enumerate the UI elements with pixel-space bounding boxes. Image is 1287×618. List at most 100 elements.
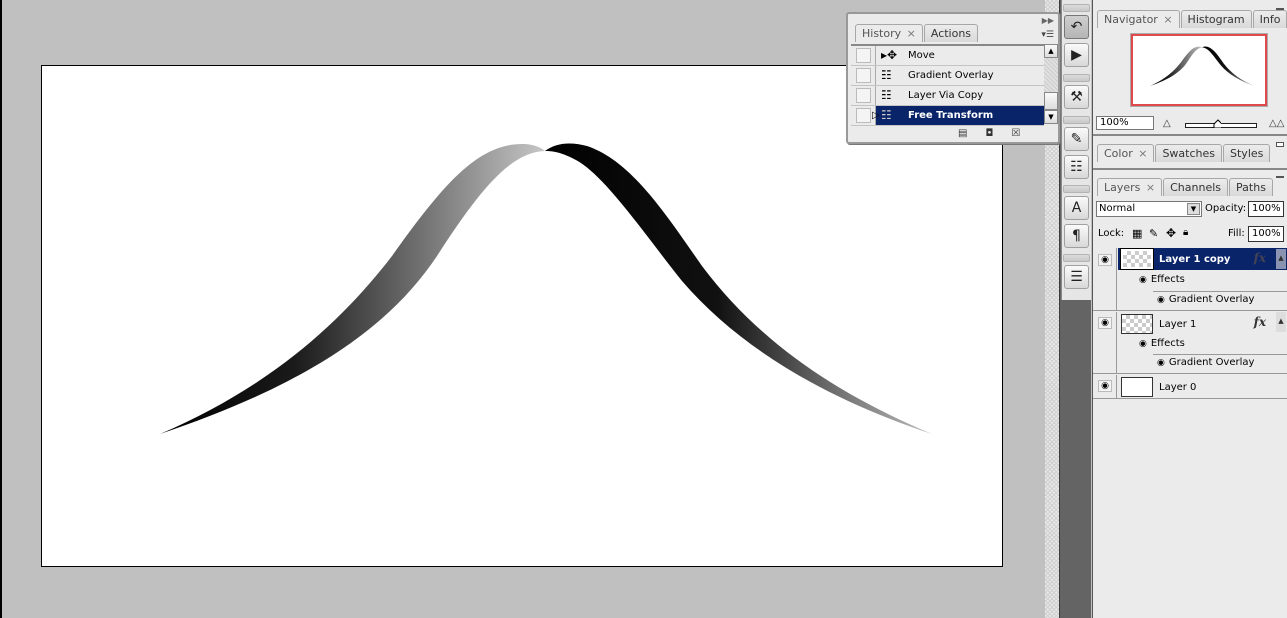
layer-name[interactable]: Layer 1 copy: [1159, 254, 1230, 265]
paragraph-icon[interactable]: ¶: [1064, 224, 1089, 248]
effects-row[interactable]: ◉ Effects: [1139, 274, 1185, 285]
left-curve-stroke[interactable]: [160, 144, 545, 434]
eye-icon[interactable]: ◉: [1157, 358, 1165, 368]
history-item[interactable]: ▸✥ Move: [851, 46, 1044, 66]
dock-grip[interactable]: [1063, 185, 1090, 193]
zoom-in-icon[interactable]: △△: [1269, 118, 1284, 129]
effect-label: Gradient Overlay: [1168, 294, 1255, 305]
scroll-thumb[interactable]: [1044, 92, 1058, 110]
restore-panel-icon[interactable]: [1276, 142, 1284, 147]
navigator-preview[interactable]: [1131, 34, 1267, 106]
layer-comps-icon[interactable]: ☰: [1064, 265, 1089, 289]
tab-channels[interactable]: Channels: [1163, 178, 1229, 196]
layer-name[interactable]: Layer 0: [1159, 382, 1196, 393]
zoom-out-icon[interactable]: △: [1163, 118, 1171, 129]
scroll-down-button[interactable]: ▼: [1044, 110, 1058, 124]
move-tool-icon: ▸✥: [881, 48, 898, 62]
collapse-effects-icon[interactable]: ▲: [1276, 312, 1286, 332]
navigator-thumbnail-art: [1149, 46, 1255, 87]
snapshot-source-checkbox[interactable]: [856, 48, 871, 63]
navigator-zoom-input[interactable]: 100%: [1096, 116, 1154, 130]
color-tabs: Color × Swatches Styles: [1093, 140, 1287, 162]
snapshot-source-checkbox[interactable]: [856, 68, 871, 83]
eye-icon[interactable]: ◉: [1098, 317, 1112, 329]
history-state-icon: ☷: [881, 88, 892, 102]
effects-row[interactable]: ◉ Effects: [1139, 338, 1185, 349]
tab-history[interactable]: History ×: [855, 24, 923, 42]
tab-actions[interactable]: Actions: [923, 24, 979, 42]
blend-mode-select[interactable]: Normal ▼: [1096, 201, 1202, 217]
collapse-effects-icon[interactable]: ▲: [1276, 249, 1286, 269]
fill-input[interactable]: 100%: [1248, 226, 1284, 242]
trash-icon[interactable]: ☒: [1011, 128, 1020, 139]
tab-color[interactable]: Color ×: [1097, 144, 1155, 162]
clone-source-icon[interactable]: ☷: [1064, 155, 1089, 179]
layer-row-layer-1-copy[interactable]: ◉ Layer 1 copy fx ▲ ◉ Effects ◉ Gradient O…: [1093, 248, 1287, 311]
tab-styles[interactable]: Styles: [1223, 144, 1271, 162]
fx-icon[interactable]: fx: [1254, 251, 1266, 265]
close-icon[interactable]: ×: [1163, 13, 1172, 26]
lock-transparent-pixels-icon[interactable]: ▦: [1132, 227, 1142, 240]
snapshot-icon[interactable]: ◘: [985, 128, 993, 139]
tab-info[interactable]: Info: [1252, 10, 1287, 28]
tab-swatches[interactable]: Swatches: [1155, 144, 1223, 162]
tab-label: History: [862, 27, 902, 40]
snapshot-source-checkbox[interactable]: [856, 88, 871, 103]
history-item[interactable]: ☷ Gradient Overlay: [851, 66, 1044, 86]
tab-navigator[interactable]: Navigator ×: [1097, 10, 1180, 28]
history-state-icon: ☷: [881, 108, 892, 122]
right-panel-column: Navigator × Histogram Info 100% △ △△ Col…: [1092, 0, 1287, 618]
dock-grip[interactable]: [1063, 4, 1090, 12]
dock-group-history: ↶ ▶: [1063, 4, 1090, 71]
character-icon[interactable]: A: [1064, 196, 1089, 220]
eye-icon[interactable]: ◉: [1139, 339, 1147, 349]
chevron-down-icon[interactable]: ▼: [1187, 203, 1200, 215]
opacity-input[interactable]: 100%: [1248, 201, 1284, 217]
effect-row[interactable]: ◉ Gradient Overlay: [1157, 294, 1254, 305]
effects-label: Effects: [1150, 338, 1185, 349]
tab-label: Paths: [1236, 181, 1266, 194]
history-icon[interactable]: ↶: [1064, 15, 1089, 39]
right-curve-stroke[interactable]: [545, 143, 932, 434]
eye-icon[interactable]: ◉: [1157, 295, 1165, 305]
scroll-up-button[interactable]: ▲: [1044, 44, 1058, 58]
panel-menu-icon[interactable]: ▾☰: [1041, 30, 1054, 40]
tools-icon[interactable]: ⚒: [1064, 85, 1089, 109]
layer-row-layer-1[interactable]: ◉ Layer 1 fx ▲ ◉ Effects ◉ Gradient Overla…: [1093, 312, 1287, 374]
slider-knob[interactable]: [1213, 119, 1221, 128]
lock-all-icon[interactable]: 🔒︎: [1183, 227, 1188, 238]
dock-grip[interactable]: [1063, 116, 1090, 124]
close-icon[interactable]: ×: [907, 27, 916, 40]
layer-row-layer-0[interactable]: ◉ Layer 0: [1093, 375, 1287, 399]
history-item-label: Layer Via Copy: [908, 90, 984, 101]
lock-position-icon[interactable]: ✥: [1166, 226, 1176, 240]
history-item-selected[interactable]: ▷ ☷ Free Transform: [851, 106, 1044, 126]
minimize-panel-icon[interactable]: [1276, 176, 1284, 178]
effect-row[interactable]: ◉ Gradient Overlay: [1157, 357, 1254, 368]
tab-paths[interactable]: Paths: [1229, 178, 1273, 196]
tab-label: Channels: [1170, 181, 1222, 194]
lock-image-pixels-icon[interactable]: ✎: [1149, 227, 1158, 240]
minimize-panel-icon[interactable]: [1276, 8, 1284, 10]
history-scrollbar[interactable]: ▲ ▼: [1044, 44, 1058, 124]
eye-icon[interactable]: ◉: [1139, 275, 1147, 285]
history-list: ▸✥ Move ☷ Gradient Overlay ☷ Layer Via C…: [851, 44, 1044, 126]
new-document-from-state-icon[interactable]: ▤: [958, 128, 967, 139]
eye-icon[interactable]: ◉: [1098, 254, 1112, 266]
dock-grip[interactable]: [1063, 254, 1090, 262]
actions-icon[interactable]: ▶: [1064, 43, 1089, 67]
navigator-zoom-slider[interactable]: [1185, 119, 1257, 128]
tab-layers[interactable]: Layers ×: [1097, 178, 1163, 196]
brushes-icon[interactable]: ✎: [1064, 127, 1089, 151]
snapshot-source-checkbox[interactable]: [856, 108, 871, 123]
eye-icon[interactable]: ◉: [1098, 380, 1112, 392]
tab-label: Navigator: [1104, 13, 1158, 26]
fx-icon[interactable]: fx: [1254, 315, 1266, 329]
close-icon[interactable]: ×: [1138, 147, 1147, 160]
history-item[interactable]: ☷ Layer Via Copy: [851, 86, 1044, 106]
tab-histogram[interactable]: Histogram: [1180, 10, 1252, 28]
layer-name[interactable]: Layer 1: [1159, 319, 1196, 330]
close-icon[interactable]: ×: [1146, 181, 1155, 194]
dock-grip[interactable]: [1063, 74, 1090, 82]
tab-label: Color: [1104, 147, 1133, 160]
